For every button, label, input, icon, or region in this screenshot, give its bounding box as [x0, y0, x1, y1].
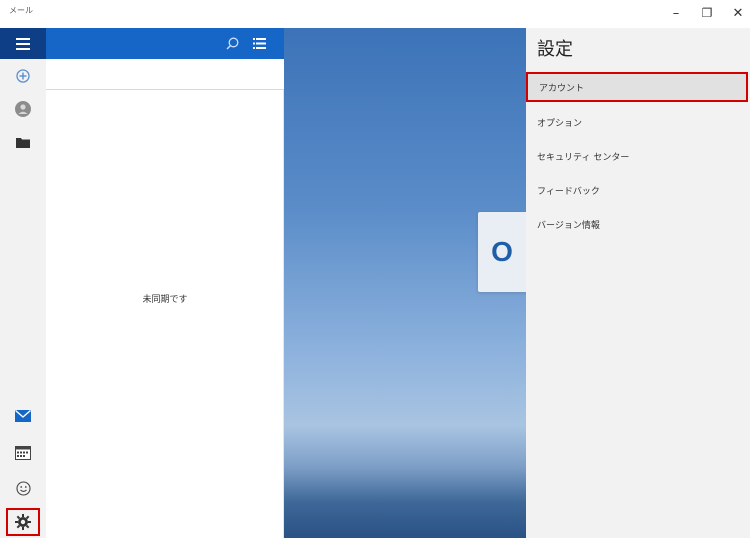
- hamburger-menu-button[interactable]: [0, 28, 46, 59]
- settings-item-version-info[interactable]: バージョン情報: [526, 209, 748, 239]
- folders-button[interactable]: [0, 126, 46, 158]
- settings-item-options[interactable]: オプション: [526, 107, 748, 137]
- mail-button[interactable]: [0, 400, 46, 432]
- app-title: メール: [9, 6, 33, 15]
- account-button[interactable]: [0, 93, 46, 125]
- minimize-button[interactable]: –: [667, 4, 685, 22]
- settings-panel: [526, 28, 750, 538]
- settings-button[interactable]: [6, 508, 40, 536]
- search-icon[interactable]: [226, 37, 239, 50]
- mail-icon: [15, 410, 31, 422]
- message-search-bar[interactable]: [46, 59, 284, 90]
- plus-icon: [16, 69, 30, 83]
- smiley-icon: [15, 480, 31, 496]
- message-list-header: [46, 28, 284, 59]
- settings-item-security-center[interactable]: セキュリティ センター: [526, 141, 748, 171]
- folder-icon: [16, 137, 30, 148]
- outlook-logo-tile: O: [478, 212, 526, 292]
- filter-list-icon[interactable]: [253, 38, 266, 49]
- close-button[interactable]: ✕: [729, 4, 747, 22]
- hamburger-icon: [16, 37, 30, 50]
- gear-icon: [15, 514, 31, 530]
- settings-item-account[interactable]: アカウント: [526, 72, 748, 102]
- maximize-button[interactable]: ❐: [698, 4, 716, 22]
- new-mail-button[interactable]: [0, 60, 46, 92]
- message-list: [46, 90, 284, 538]
- avatar-icon: [15, 101, 31, 117]
- title-bar: [0, 0, 750, 28]
- unsynced-status: 未同期です: [142, 295, 188, 305]
- settings-item-feedback[interactable]: フィードバック: [526, 175, 748, 205]
- outlook-logo: O: [491, 236, 513, 267]
- calendar-button[interactable]: [0, 437, 46, 469]
- feedback-button[interactable]: [0, 472, 46, 504]
- calendar-icon: [15, 446, 31, 460]
- settings-title: 設定: [537, 39, 573, 60]
